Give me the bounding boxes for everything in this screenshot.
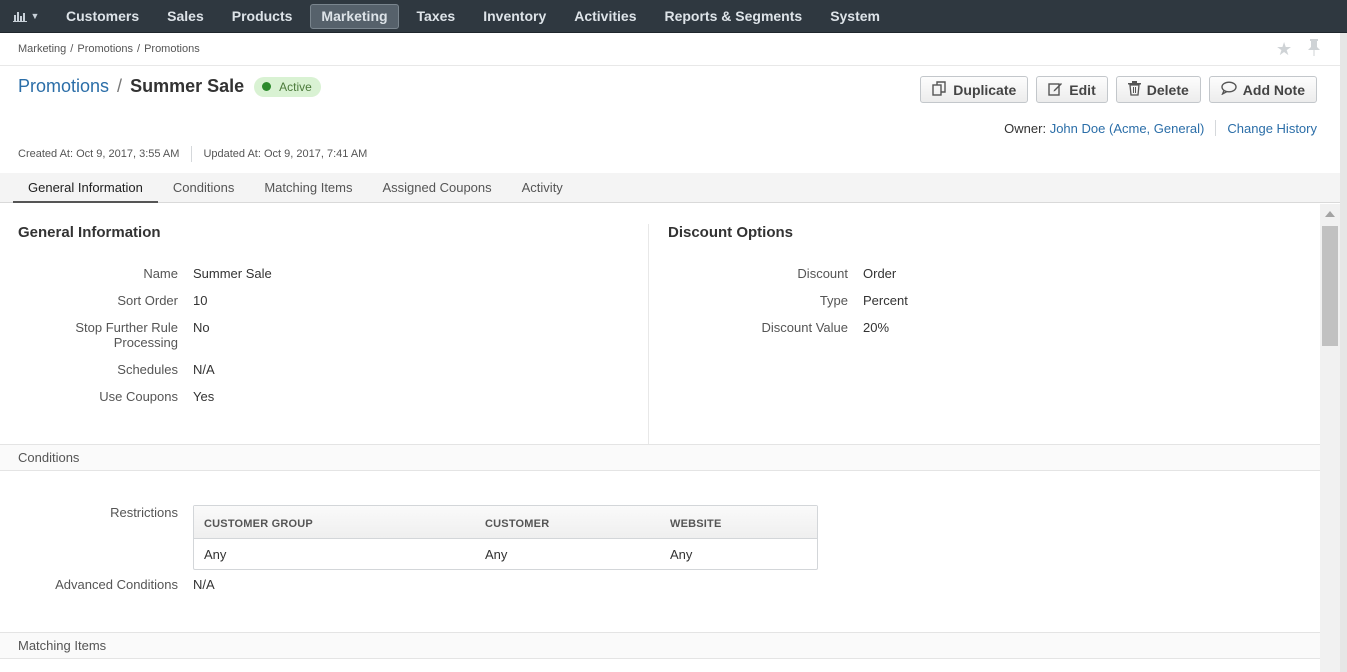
field-label: Stop Further Rule Processing	[75, 320, 178, 350]
nav-marketing[interactable]: Marketing	[310, 3, 399, 29]
table-row: Any Any Any	[194, 539, 817, 569]
created-at: Created At: Oct 9, 2017, 3:55 AM	[18, 148, 180, 160]
general-information-title: General Information	[18, 224, 161, 241]
owner-label: Owner:	[1004, 120, 1047, 136]
field-value: No	[193, 320, 210, 335]
nav-products[interactable]: Products	[218, 0, 307, 33]
nav-inventory[interactable]: Inventory	[469, 0, 560, 33]
field-label: Name	[143, 266, 178, 281]
breadcrumb-item: Marketing	[18, 43, 67, 55]
column-header-customer: CUSTOMER	[485, 518, 550, 530]
nav-taxes[interactable]: Taxes	[403, 0, 470, 33]
status-label: Active	[279, 79, 312, 94]
field-value: Yes	[193, 389, 215, 404]
tab-assigned-coupons[interactable]: Assigned Coupons	[368, 173, 507, 203]
organization-link[interactable]: Acme	[1113, 121, 1146, 136]
duplicate-button[interactable]: Duplicate	[920, 76, 1029, 103]
field-label: Use Coupons	[99, 389, 178, 404]
field-label: Sort Order	[117, 293, 178, 308]
edit-icon	[1048, 81, 1069, 99]
breadcrumb-item: Promotions	[77, 43, 133, 55]
copy-icon	[932, 80, 953, 99]
advanced-conditions-label: Advanced Conditions	[55, 577, 178, 592]
dashboard-menu[interactable]: ▼	[0, 0, 52, 33]
field-label: Discount	[797, 266, 848, 281]
table-header: CUSTOMER GROUP CUSTOMER WEBSITE	[194, 506, 817, 539]
breadcrumb-item: Promotions	[144, 43, 200, 55]
nav-system[interactable]: System	[816, 0, 894, 33]
promotions-link[interactable]: Promotions	[18, 76, 109, 97]
advanced-conditions-value: N/A	[193, 577, 215, 592]
owner-link[interactable]: John Doe	[1050, 121, 1106, 136]
trash-icon	[1127, 80, 1147, 99]
field-value: Percent	[863, 293, 908, 308]
conditions-section-header: Conditions	[0, 444, 1320, 471]
field-label: Schedules	[117, 362, 178, 377]
scroll-up-arrow-icon[interactable]	[1325, 211, 1335, 217]
table-cell: Any	[485, 547, 508, 562]
column-header-website: WEBSITE	[670, 518, 722, 530]
restrictions-label: Restrictions	[110, 505, 178, 520]
bar-chart-icon	[12, 10, 27, 22]
add-note-button[interactable]: Add Note	[1208, 76, 1317, 103]
business-unit-link[interactable]: General	[1154, 121, 1200, 136]
content-scrollbar[interactable]	[1320, 204, 1340, 672]
matching-items-section-header: Matching Items	[0, 632, 1320, 659]
owner-info: Owner: John Doe (Acme, General) Change H…	[1004, 120, 1317, 136]
tab-matching-items[interactable]: Matching Items	[249, 173, 367, 203]
status-badge: Active	[254, 76, 321, 97]
restrictions-table: CUSTOMER GROUP CUSTOMER WEBSITE Any Any …	[193, 505, 818, 570]
scroll-thumb[interactable]	[1322, 226, 1338, 346]
nav-customers[interactable]: Customers	[52, 0, 153, 33]
caret-down-icon: ▼	[30, 11, 40, 21]
edit-button[interactable]: Edit	[1036, 76, 1108, 103]
field-value: Summer Sale	[193, 266, 272, 281]
tab-general-information[interactable]: General Information	[13, 173, 158, 203]
content-area: General Information Name Summer Sale Sor…	[0, 204, 1320, 672]
discount-options-title: Discount Options	[668, 224, 793, 241]
change-history-link[interactable]: Change History	[1227, 121, 1317, 136]
status-dot-icon	[262, 82, 272, 91]
nav-activities[interactable]: Activities	[560, 0, 650, 33]
comment-icon	[1220, 81, 1243, 98]
nav-reports-segments[interactable]: Reports & Segments	[650, 0, 816, 33]
nav-sales[interactable]: Sales	[153, 0, 218, 33]
page-scrollbar[interactable]	[1340, 33, 1347, 672]
tab-conditions[interactable]: Conditions	[158, 173, 249, 203]
table-cell: Any	[670, 547, 693, 562]
delete-button[interactable]: Delete	[1115, 76, 1201, 103]
pin-icon[interactable]	[1307, 39, 1321, 60]
top-navigation: ▼ Customers Sales Products Marketing Tax…	[0, 0, 1347, 33]
field-value: 10	[193, 293, 208, 308]
field-value: Order	[863, 266, 897, 281]
field-value: N/A	[193, 362, 215, 377]
field-value: 20%	[863, 320, 890, 335]
field-label: Discount Value	[761, 320, 848, 335]
breadcrumb: Marketing / Promotions / Promotions	[18, 43, 200, 55]
table-cell: Any	[204, 547, 227, 562]
section-tabs: General Information Conditions Matching …	[0, 173, 1340, 203]
conditions-section-title: Conditions	[18, 450, 80, 465]
breadcrumb-bar: Marketing / Promotions / Promotions ★	[0, 33, 1340, 66]
column-header-customer-group: CUSTOMER GROUP	[204, 518, 313, 530]
field-label: Type	[819, 293, 848, 308]
page-title: Promotions / Summer Sale Active	[18, 76, 321, 97]
matching-items-section-title: Matching Items	[18, 638, 107, 653]
tab-activity[interactable]: Activity	[507, 173, 578, 203]
star-icon[interactable]: ★	[1276, 39, 1292, 60]
column-divider	[648, 224, 649, 444]
entity-name: Summer Sale	[130, 76, 245, 96]
record-meta: Created At: Oct 9, 2017, 3:55 AM Updated…	[18, 146, 367, 162]
updated-at: Updated At: Oct 9, 2017, 7:41 AM	[203, 148, 368, 160]
action-buttons: Duplicate Edit Delete Add Note	[920, 76, 1317, 103]
